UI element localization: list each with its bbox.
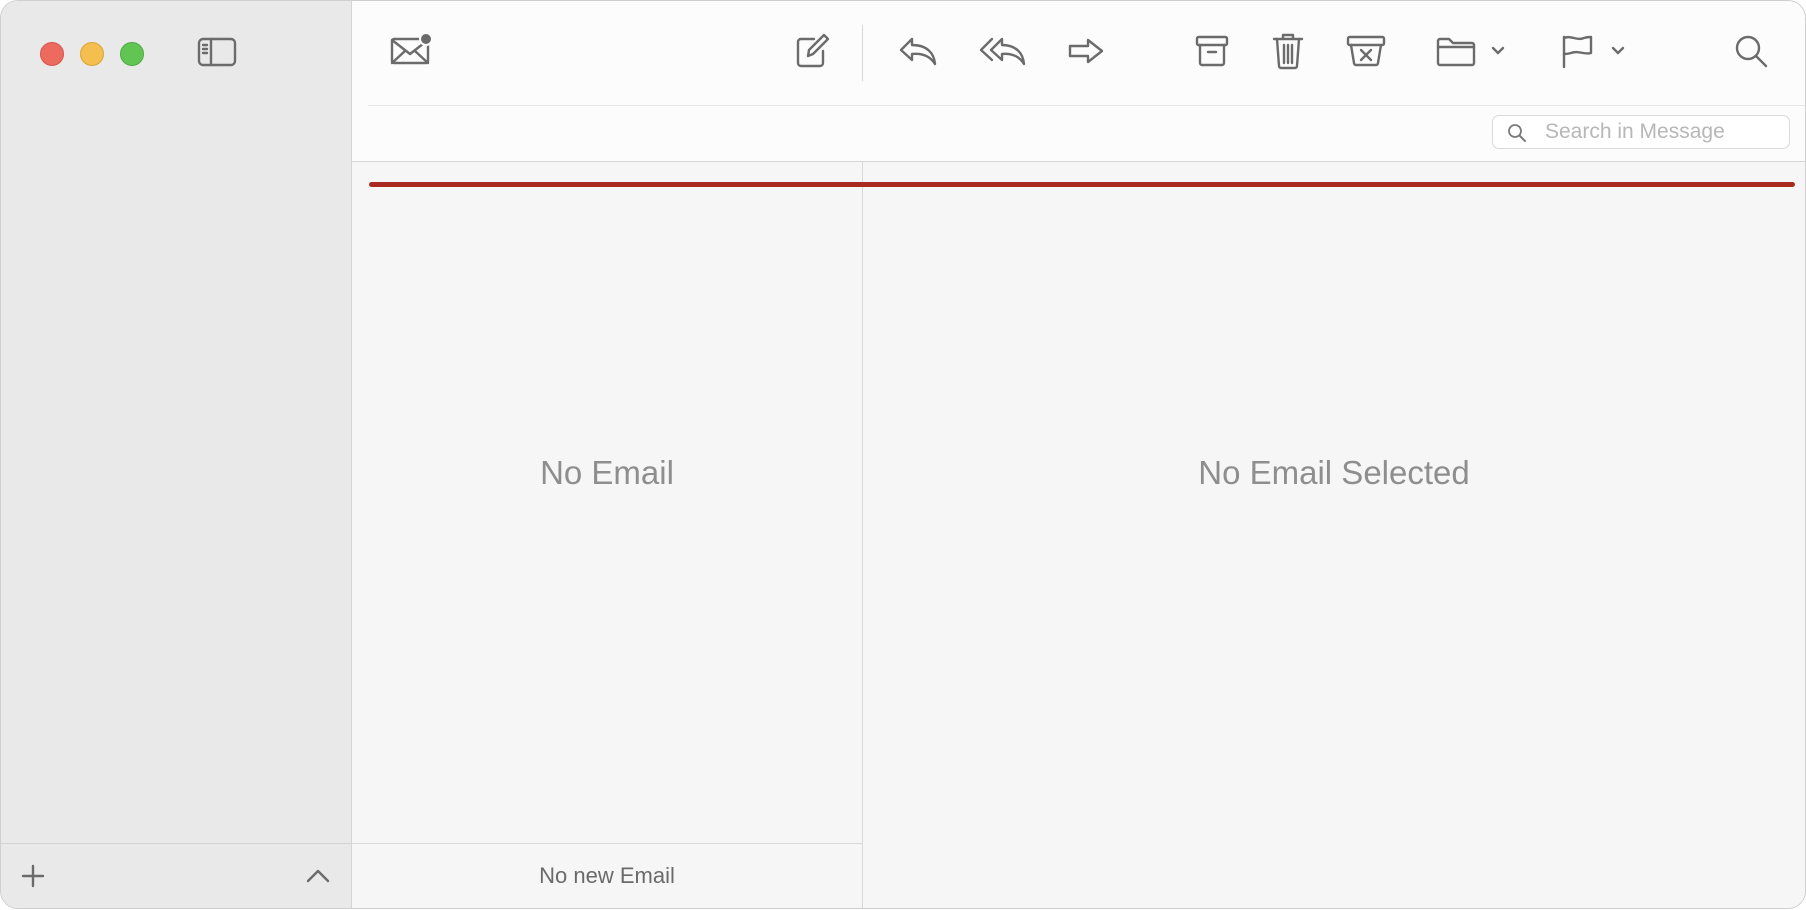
- junk-icon[interactable]: [1344, 29, 1388, 73]
- get-mail-icon[interactable]: [388, 29, 434, 73]
- search-icon[interactable]: [1732, 29, 1772, 73]
- sidebar-footer: [1, 843, 351, 908]
- mail-window: No Email No new Email No Email Selected: [0, 0, 1806, 909]
- message-list-footer: No new Email: [352, 843, 862, 908]
- archive-icon[interactable]: [1192, 29, 1232, 73]
- compose-icon[interactable]: [792, 29, 832, 73]
- move-folder-icon[interactable]: [1434, 29, 1506, 73]
- message-list[interactable]: No Email No new Email: [352, 162, 863, 908]
- search-in-message-input[interactable]: [1545, 118, 1783, 146]
- toolbar-separator: [862, 25, 863, 81]
- toolbar: [352, 1, 1805, 162]
- flag-icon[interactable]: [1558, 29, 1628, 73]
- minimize-window-button[interactable]: [80, 42, 104, 66]
- search-field-icon: [1507, 123, 1527, 143]
- sidebar: [1, 1, 352, 908]
- message-list-status: No new Email: [539, 863, 675, 888]
- loading-progress-line: [369, 182, 1795, 187]
- viewer-empty-text: No Email Selected: [1198, 454, 1470, 491]
- close-window-button[interactable]: [40, 42, 64, 66]
- toolbar-divider: [368, 105, 1805, 106]
- message-list-empty-text: No Email: [540, 454, 674, 491]
- search-in-message-field[interactable]: [1492, 115, 1790, 149]
- plus-icon[interactable]: [19, 862, 47, 890]
- forward-icon[interactable]: [1066, 29, 1106, 73]
- reply-all-icon[interactable]: [978, 29, 1028, 73]
- sidebar-toggle-icon[interactable]: [197, 35, 237, 69]
- message-viewer: No Email Selected: [863, 162, 1805, 908]
- trash-icon[interactable]: [1270, 29, 1306, 73]
- chevron-up-icon[interactable]: [303, 864, 333, 888]
- zoom-window-button[interactable]: [120, 42, 144, 66]
- reply-icon[interactable]: [896, 29, 940, 73]
